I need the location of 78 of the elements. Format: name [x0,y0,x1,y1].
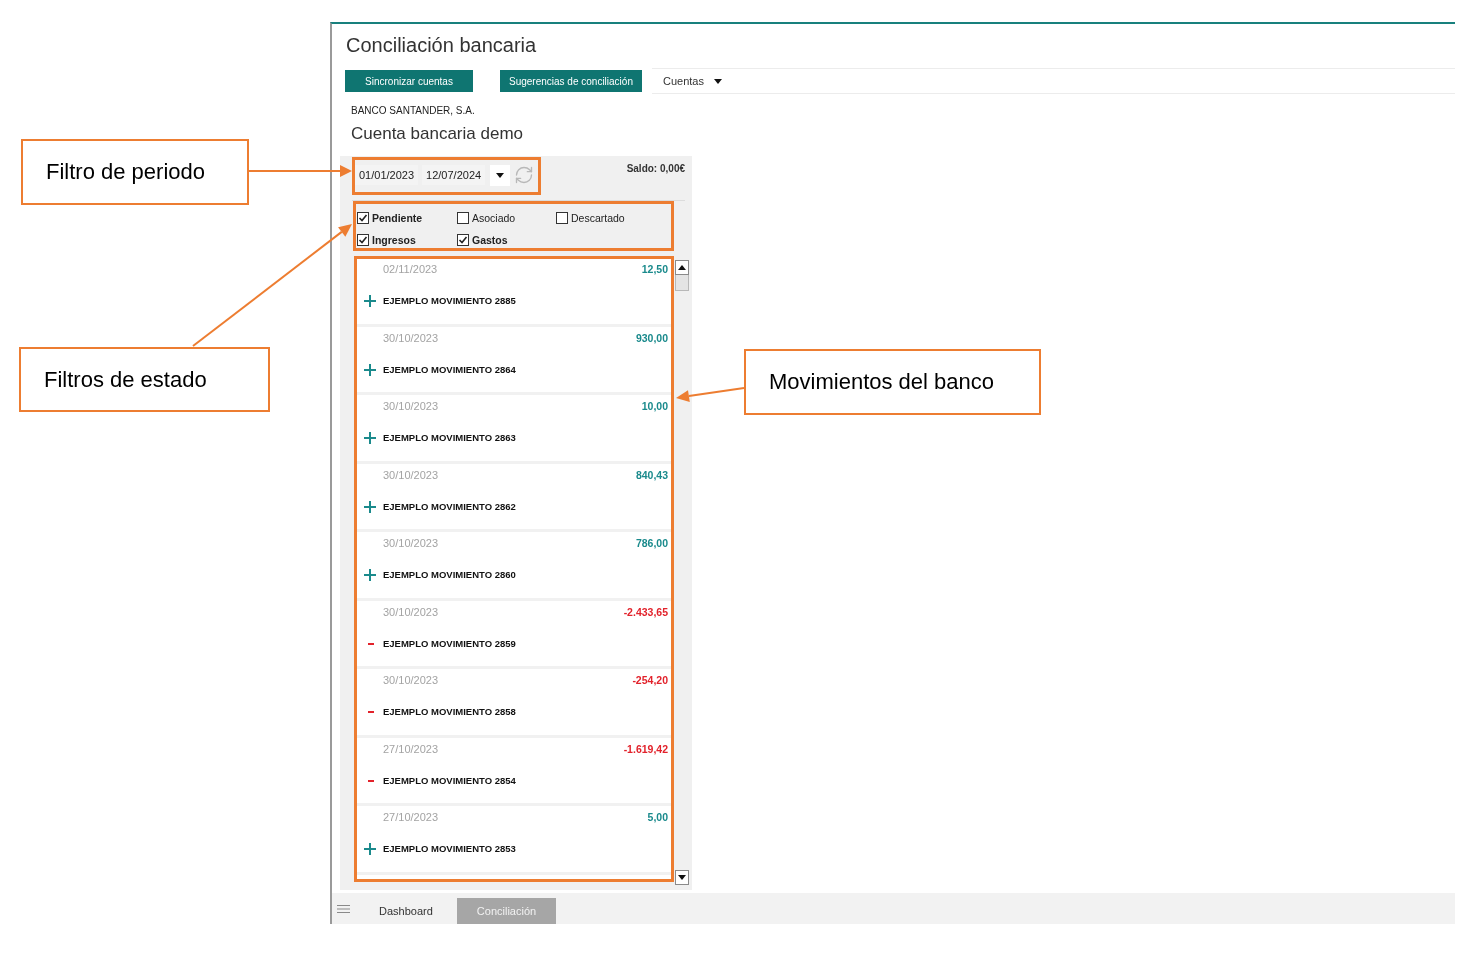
toolbar-button[interactable]: Sincronizar cuentas [345,70,473,92]
movement-amount: 930,00 [635,330,668,345]
movement-amount: -2.433,65 [623,604,668,619]
plus-icon [364,569,376,581]
movement-amount: 5,00 [647,810,668,824]
bottom-tab[interactable]: Dashboard [359,898,453,924]
accounts-dropdown[interactable]: Cuentas [662,75,722,87]
movement-title: EJEMPLO MOVIMIENTO 2860 [383,568,516,582]
minus-icon [368,711,374,713]
dropdown-button[interactable] [490,164,511,186]
movement-date: 30/10/2023 [383,673,439,687]
callout-arrow [676,387,745,402]
movement-row[interactable]: 27/10/2023 -1.619,42 EJEMPLO MOVIMIENTO 2854 [356,737,672,806]
movement-date: 30/10/2023 [383,467,439,482]
menu-icon[interactable] [337,904,350,913]
caret-down-icon [496,172,505,178]
checkbox-label: Ingresos [372,234,416,246]
movement-title: EJEMPLO MOVIMIENTO 2859 [383,636,516,651]
movement-amount: 12,50 [641,262,668,276]
scrollbar-thumb[interactable] [675,275,689,291]
movement-row[interactable]: 27/10/2023 5,00 EJEMPLO MOVIMIENTO 2853 [356,806,672,875]
movement-row[interactable]: 30/10/2023 -254,20 EJEMPLO MOVIMIENTO 2858 [356,669,672,738]
bank-name: BANCO SANTANDER, S.A. [351,104,476,118]
checkbox[interactable] [357,234,369,246]
movement-row[interactable]: 30/10/2023 786,00 EJEMPLO MOVIMIENTO 2860 [356,532,672,601]
plus-icon [364,432,376,444]
movement-title: EJEMPLO MOVIMIENTO 2862 [383,499,516,514]
movement-date: 02/11/2023 [383,262,438,276]
checkbox-label: Pendiente [372,212,423,224]
plus-icon [364,843,376,855]
movement-amount: -254,20 [632,673,668,687]
date-field[interactable]: 01/01/2023 [355,165,419,185]
movement-title: EJEMPLO MOVIMIENTO 2863 [383,431,516,445]
movement-date: 30/10/2023 [383,330,439,345]
scroll-down-button[interactable] [675,870,689,885]
movement-row[interactable]: 30/10/2023 930,00 EJEMPLO MOVIMIENTO 2864 [356,326,672,395]
caret-up-icon [678,265,686,270]
movement-amount: 840,43 [635,467,668,482]
plus-icon [364,295,376,307]
callout-label: Movimientos del banco [744,349,1041,415]
movement-amount: 786,00 [635,536,668,550]
movement-date: 27/10/2023 [383,810,439,824]
checkbox-label: Asociado [472,212,516,224]
movement-title: EJEMPLO MOVIMIENTO 2885 [383,294,516,308]
movement-date: 27/10/2023 [383,741,439,756]
toolbar-button[interactable]: Sugerencias de conciliación [500,70,642,92]
page-title: Conciliación bancaria [346,33,538,58]
plus-icon [364,500,376,513]
movement-amount: 10,00 [641,399,668,413]
movement-row[interactable]: 02/11/2023 12,50 EJEMPLO MOVIMIENTO 2885 [356,258,672,327]
movement-title: EJEMPLO MOVIMIENTO 2864 [383,362,516,377]
movement-date: 30/10/2023 [383,399,439,413]
checkbox[interactable] [457,212,469,224]
caret-down-icon [713,78,722,84]
scroll-up-button[interactable] [675,260,689,275]
movement-date: 30/10/2023 [383,536,439,550]
checkbox[interactable] [457,234,469,246]
minus-icon [368,642,374,645]
minus-icon [368,779,374,782]
movement-row[interactable]: 30/10/2023 10,00 EJEMPLO MOVIMIENTO 2863 [356,395,672,464]
checkbox[interactable] [357,212,369,224]
movement-row[interactable]: 30/10/2023 840,43 EJEMPLO MOVIMIENTO 2862 [356,463,672,532]
account-name: Cuenta bancaria demo [351,124,524,144]
checkbox-label: Descartado [571,212,625,224]
movement-row[interactable]: 30/10/2023 -2.433,65 EJEMPLO MOVIMIENTO 2859 [356,600,672,669]
movement-title: EJEMPLO MOVIMIENTO 2853 [383,842,516,856]
checkbox-label: Gastos [472,234,508,246]
callout-label: Filtro de periodo [21,139,249,205]
caret-down-icon [678,875,686,880]
movement-amount: -1.619,42 [623,741,668,756]
plus-icon [364,363,376,376]
balance-label: Saldo: 0,00€ [626,162,685,176]
checkbox[interactable] [556,212,568,224]
movement-title: EJEMPLO MOVIMIENTO 2854 [383,773,516,788]
movement-date: 30/10/2023 [383,604,439,619]
date-field[interactable]: 12/07/2024 [422,165,486,185]
movement-title: EJEMPLO MOVIMIENTO 2858 [383,705,516,719]
callout-label: Filtros de estado [19,347,270,412]
